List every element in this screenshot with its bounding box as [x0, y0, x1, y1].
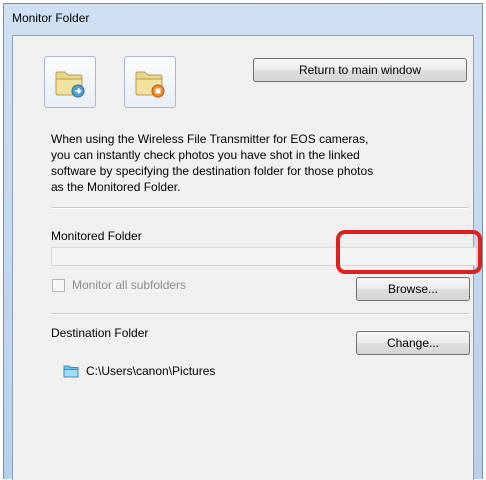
window-title: Monitor Folder — [12, 11, 90, 25]
description-line: as the Monitored Folder. — [51, 180, 181, 194]
description-text: When using the Wireless File Transmitter… — [51, 131, 451, 195]
destination-folder-path: C:\Users\canon\Pictures — [86, 364, 216, 378]
description-line: software by specifying the destination f… — [51, 164, 374, 178]
description-line: you can instantly check photos you have … — [51, 148, 360, 162]
description-line: When using the Wireless File Transmitter… — [51, 132, 369, 146]
monitor-all-subfolders-label: Monitor all subfolders — [72, 278, 187, 292]
browse-button-highlight — [336, 230, 482, 274]
folder-icon — [63, 364, 79, 378]
folder-with-orange-stop-icon — [135, 71, 165, 98]
stop-monitoring-button[interactable] — [124, 56, 176, 108]
separator — [51, 207, 469, 209]
monitor-all-subfolders-checkbox[interactable] — [52, 279, 65, 292]
title-bar[interactable]: Monitor Folder — [4, 4, 482, 34]
change-button[interactable]: Change... — [356, 331, 470, 355]
return-to-main-window-button[interactable]: Return to main window — [253, 58, 467, 82]
start-monitoring-button[interactable] — [44, 56, 96, 108]
folder-with-blue-arrow-icon — [55, 71, 85, 98]
separator — [51, 313, 469, 315]
browse-button[interactable]: Browse... — [356, 277, 470, 301]
monitored-folder-label: Monitored Folder — [51, 229, 142, 243]
destination-folder-label: Destination Folder — [51, 326, 149, 340]
